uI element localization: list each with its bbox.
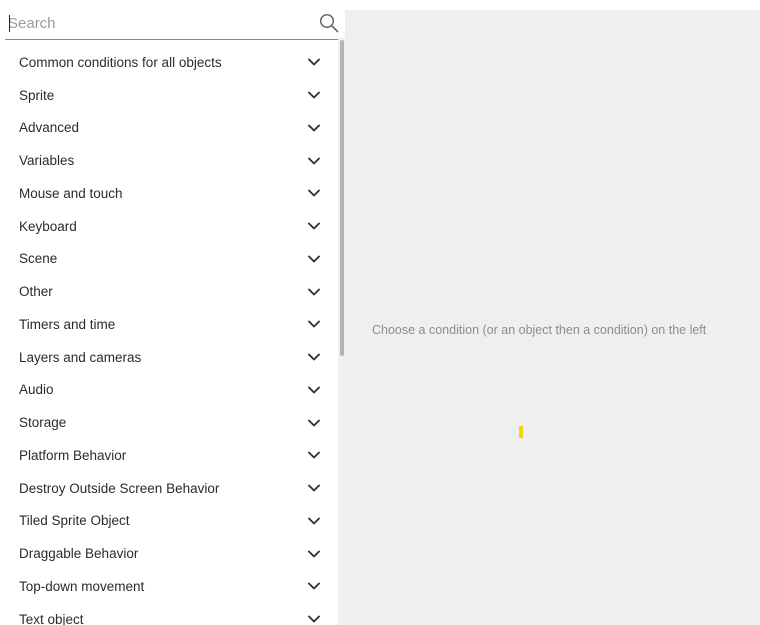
- search-bar: [5, 8, 340, 40]
- category-label: Other: [19, 284, 53, 300]
- chevron-down-icon[interactable]: [307, 57, 321, 67]
- category-label: Storage: [19, 415, 67, 431]
- category-item[interactable]: Layers and cameras: [5, 341, 335, 374]
- category-item[interactable]: Storage: [5, 406, 335, 439]
- search-icon[interactable]: [318, 12, 340, 34]
- category-item[interactable]: Variables: [5, 144, 335, 177]
- chevron-down-icon[interactable]: [307, 352, 321, 362]
- category-label: Variables: [19, 153, 75, 169]
- category-label: Tiled Sprite Object: [19, 513, 130, 529]
- category-item[interactable]: Advanced: [5, 112, 335, 145]
- category-label: Audio: [19, 382, 54, 398]
- category-item[interactable]: Mouse and touch: [5, 177, 335, 210]
- chevron-down-icon[interactable]: [307, 221, 321, 231]
- category-label: Layers and cameras: [19, 349, 142, 365]
- highlight-marker: [519, 426, 523, 438]
- category-item[interactable]: Other: [5, 275, 335, 308]
- category-label: Sprite: [19, 87, 55, 103]
- category-item[interactable]: Sprite: [5, 79, 335, 112]
- category-label: Advanced: [19, 120, 80, 136]
- category-label: Common conditions for all objects: [19, 54, 222, 70]
- chevron-down-icon[interactable]: [307, 516, 321, 526]
- category-label: Timers and time: [19, 316, 116, 332]
- category-item[interactable]: Platform Behavior: [5, 439, 335, 472]
- category-item[interactable]: Common conditions for all objects: [5, 46, 335, 79]
- category-label: Mouse and touch: [19, 185, 123, 201]
- search-input[interactable]: [8, 12, 298, 34]
- condition-list-panel: Common conditions for all objects Sprite A…: [0, 0, 345, 625]
- scrollbar-thumb[interactable]: [340, 40, 344, 356]
- chevron-down-icon[interactable]: [307, 188, 321, 198]
- category-item[interactable]: Draggable Behavior: [5, 537, 335, 570]
- chevron-down-icon[interactable]: [307, 254, 321, 264]
- category-item[interactable]: Tiled Sprite Object: [5, 505, 335, 538]
- category-item[interactable]: Keyboard: [5, 210, 335, 243]
- category-label: Scene: [19, 251, 58, 267]
- chevron-down-icon[interactable]: [307, 287, 321, 297]
- chevron-down-icon[interactable]: [307, 549, 321, 559]
- category-label: Top-down movement: [19, 578, 145, 594]
- condition-details-panel: Choose a condition (or an object then a …: [345, 10, 760, 625]
- category-item[interactable]: Scene: [5, 243, 335, 276]
- category-item[interactable]: Top-down movement: [5, 570, 335, 603]
- empty-state-message: Choose a condition (or an object then a …: [372, 323, 707, 337]
- category-label: Text object: [19, 611, 84, 625]
- condition-chooser-dialog: Common conditions for all objects Sprite A…: [0, 0, 760, 625]
- condition-category-list: Common conditions for all objects Sprite A…: [5, 46, 335, 625]
- chevron-down-icon[interactable]: [307, 418, 321, 428]
- category-item[interactable]: Text object: [5, 603, 335, 625]
- chevron-down-icon[interactable]: [307, 614, 321, 624]
- chevron-down-icon[interactable]: [307, 450, 321, 460]
- chevron-down-icon[interactable]: [307, 483, 321, 493]
- chevron-down-icon[interactable]: [307, 319, 321, 329]
- chevron-down-icon[interactable]: [307, 123, 321, 133]
- category-item[interactable]: Destroy Outside Screen Behavior: [5, 472, 335, 505]
- category-label: Keyboard: [19, 218, 77, 234]
- category-label: Platform Behavior: [19, 447, 127, 463]
- category-label: Draggable Behavior: [19, 546, 139, 562]
- category-label: Destroy Outside Screen Behavior: [19, 480, 220, 496]
- chevron-down-icon[interactable]: [307, 581, 321, 591]
- chevron-down-icon[interactable]: [307, 156, 321, 166]
- chevron-down-icon[interactable]: [307, 90, 321, 100]
- category-item[interactable]: Audio: [5, 374, 335, 407]
- text-cursor: [9, 15, 10, 32]
- chevron-down-icon[interactable]: [307, 385, 321, 395]
- category-item[interactable]: Timers and time: [5, 308, 335, 341]
